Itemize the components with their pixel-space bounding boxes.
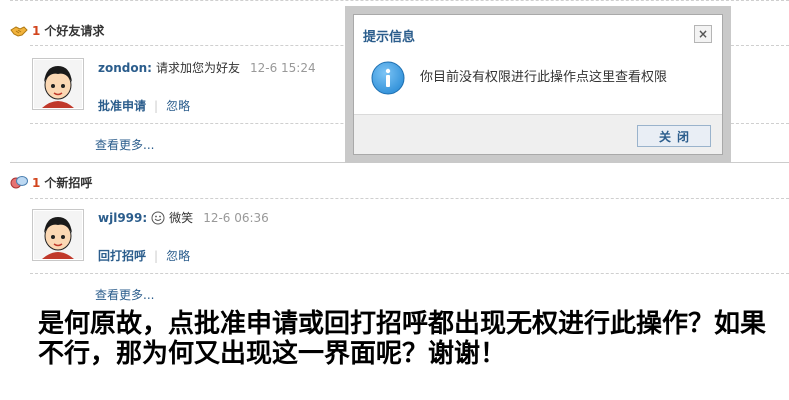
permission-dialog: 提示信息 × 你目前没有权限进行此操作点这里查看权限 关闭 — [353, 14, 723, 155]
top-dashed-divider — [10, 0, 789, 1]
return-greeting-button[interactable]: 回打招呼 — [98, 247, 146, 264]
friend-request-count: 1 — [32, 23, 41, 38]
close-icon: × — [697, 27, 709, 41]
request-time: 12-6 15:24 — [249, 60, 316, 75]
dialog-close-button[interactable]: × — [694, 25, 712, 43]
section-dashed-divider — [30, 198, 789, 199]
question-text: 是何原故，点批准申请或回打招呼都出现无权进行此操作？如果不行，那为何又出现这一界… — [38, 309, 767, 369]
username-link[interactable]: wjl999: — [98, 211, 147, 225]
greeting-title: 个新招呼 — [44, 176, 93, 190]
item-dashed-divider — [30, 273, 789, 274]
greeting-actions: 回打招呼 | 忽略 — [98, 247, 190, 264]
avatar[interactable] — [32, 209, 84, 261]
action-separator: | — [154, 98, 159, 113]
ignore-request-button[interactable]: 忽略 — [166, 97, 190, 114]
smile-icon — [151, 211, 165, 225]
info-icon — [371, 61, 405, 95]
permission-dialog-frame: 提示信息 × 你目前没有权限进行此操作点这里查看权限 关闭 — [345, 6, 731, 163]
friend-request-heading: 1 个好友请求 — [10, 22, 104, 39]
dialog-footer: 关闭 — [354, 114, 722, 154]
avatar[interactable] — [32, 58, 84, 110]
request-message: 请求加您为好友 — [155, 61, 240, 75]
friend-request-line: zondon: 请求加您为好友 12-6 15:24 — [98, 59, 316, 76]
see-more-friend-requests-link[interactable]: 查看更多... — [95, 136, 154, 153]
greeting-count: 1 — [32, 175, 41, 190]
dialog-message[interactable]: 你目前没有权限进行此操作点这里查看权限 — [420, 66, 667, 85]
chat-bubbles-icon — [10, 175, 28, 190]
handshake-icon — [10, 24, 28, 38]
approve-request-button[interactable]: 批准申请 — [98, 97, 146, 114]
ignore-greeting-button[interactable]: 忽略 — [166, 247, 190, 264]
greeting-time: 12-6 06:36 — [203, 210, 269, 225]
greeting-heading: 1 个新招呼 — [10, 174, 92, 191]
dialog-title: 提示信息 — [363, 30, 416, 45]
action-separator: | — [154, 248, 159, 263]
friend-request-actions: 批准申请 | 忽略 — [98, 97, 190, 114]
friend-request-title: 个好友请求 — [44, 24, 105, 38]
greeting-line: wjl999: 微笑 12-6 06:36 — [98, 209, 269, 226]
see-more-greetings-link[interactable]: 查看更多... — [95, 286, 154, 303]
username-link[interactable]: zondon: — [98, 61, 152, 75]
close-button[interactable]: 关闭 — [637, 125, 711, 147]
greeting-message: 微笑 — [169, 211, 194, 225]
